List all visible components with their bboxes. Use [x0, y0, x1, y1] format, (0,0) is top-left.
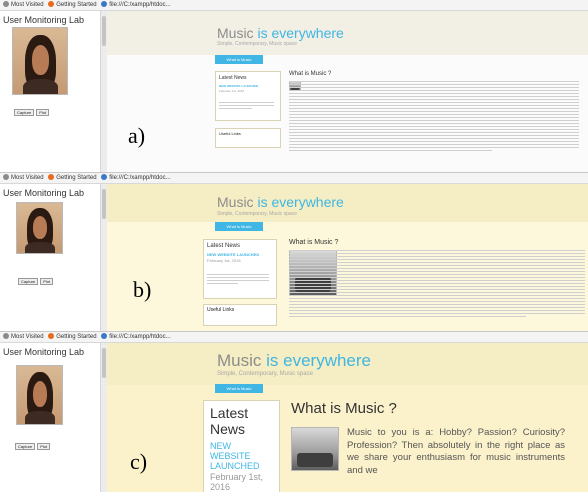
- useful-links-box: Useful Links: [215, 128, 281, 148]
- bookmarks-bar: Most Visited Getting Started file:///C:/…: [0, 173, 588, 184]
- webcam-feed: [16, 365, 63, 425]
- bookmark-icon: [3, 333, 9, 339]
- news-box: Latest News NEW WEBSITE LAUNCHED Februar…: [203, 239, 277, 299]
- useful-links-title: Useful Links: [219, 131, 241, 136]
- article-body-lines: [289, 250, 585, 317]
- panel-label-c: c): [130, 449, 148, 474]
- bookmark-icon: [3, 174, 9, 180]
- panel-label-b: b): [133, 277, 152, 302]
- plot-button[interactable]: Plot: [37, 443, 51, 450]
- article: What is Music ? Music to you is a: Hobby…: [291, 400, 587, 477]
- globe-icon: [101, 333, 108, 339]
- site-tagline: Simple, Contemporary, Music space: [217, 41, 297, 47]
- site-tagline: Simple, Contemporary, Music space: [217, 211, 297, 217]
- globe-icon: [101, 1, 108, 7]
- vertical-scrollbar[interactable]: [100, 184, 107, 331]
- globe-icon: [101, 174, 108, 180]
- address-bookmark[interactable]: file:///C:/xampp/htdoc...: [101, 0, 171, 11]
- monitor-sidebar: User Monitoring Lab Capture Plot: [0, 343, 100, 492]
- news-title: Latest News: [207, 243, 241, 249]
- article-title: What is Music ?: [291, 400, 397, 417]
- site-header: [107, 11, 588, 55]
- plot-button[interactable]: Plot: [36, 109, 50, 116]
- bookmarks-bar: Most Visited Getting Started file:///C:/…: [0, 0, 588, 11]
- site-brand: Music is everywhere: [217, 25, 344, 41]
- site-brand: Music is everywhere: [217, 194, 344, 210]
- most-visited-bookmark[interactable]: Most Visited: [3, 332, 44, 343]
- article-title: What is Music ?: [289, 71, 332, 77]
- useful-links-title: Useful Links: [207, 307, 235, 313]
- panel-c: Most Visited Getting Started file:///C:/…: [0, 331, 588, 492]
- nav-what-is-music[interactable]: What is Music: [215, 384, 263, 393]
- bookmark-icon: [3, 1, 9, 7]
- article: What is Music ?: [289, 71, 579, 153]
- getting-started-bookmark[interactable]: Getting Started: [48, 0, 97, 11]
- article-title: What is Music ?: [289, 239, 339, 246]
- news-box: Latest News NEW WEBSITE LAUNCHED Februar…: [215, 71, 281, 121]
- panel-b: Most Visited Getting Started file:///C:/…: [0, 172, 588, 331]
- button-row: Capture Plot: [18, 270, 55, 288]
- firefox-icon: [48, 174, 55, 180]
- news-title: Latest News: [210, 405, 249, 437]
- news-date: February 1st, 2016: [210, 472, 264, 492]
- article-image: [291, 427, 339, 471]
- vertical-scrollbar[interactable]: [100, 343, 107, 492]
- news-title: Latest News: [219, 75, 247, 81]
- webcam-feed: [12, 27, 68, 95]
- button-row: Capture Plot: [15, 435, 52, 453]
- getting-started-bookmark[interactable]: Getting Started: [48, 332, 97, 343]
- scroll-thumb[interactable]: [102, 16, 106, 46]
- news-headline[interactable]: NEW WEBSITE LAUNCHED: [219, 84, 277, 88]
- site-tagline: Simple, Contemporary, Music space: [217, 371, 313, 377]
- useful-links-box: Useful Links: [203, 304, 277, 326]
- article-body-lines: [289, 81, 579, 151]
- vertical-scrollbar[interactable]: [100, 11, 107, 172]
- capture-button[interactable]: Capture: [15, 443, 36, 450]
- most-visited-bookmark[interactable]: Most Visited: [3, 0, 44, 11]
- panel-label-a: a): [128, 123, 146, 148]
- firefox-icon: [48, 1, 55, 7]
- news-body-lines: [219, 102, 274, 111]
- panel-a: Most Visited Getting Started file:///C:/…: [0, 0, 588, 172]
- scroll-thumb[interactable]: [102, 189, 106, 219]
- app-title: User Monitoring Lab: [3, 347, 85, 357]
- capture-button[interactable]: Capture: [14, 109, 35, 116]
- website-view: Music is everywhere Simple, Contemporary…: [107, 343, 588, 492]
- news-box: Latest News NEW WEBSITE LAUNCHED Februar…: [203, 400, 280, 492]
- news-date: February 1st, 2016: [219, 89, 245, 93]
- nav-what-is-music[interactable]: What is Music: [215, 55, 263, 64]
- news-headline[interactable]: NEW WEBSITE LAUNCHED: [207, 252, 273, 257]
- monitor-sidebar: User Monitoring Lab Capture Plot: [0, 11, 100, 172]
- website-view: Music is everywhere Simple, Contemporary…: [107, 11, 588, 172]
- article: What is Music ?: [289, 239, 585, 319]
- site-brand: Music is everywhere: [217, 351, 371, 370]
- address-bookmark[interactable]: file:///C:/xampp/htdoc...: [101, 332, 171, 343]
- button-row: Capture Plot: [14, 101, 51, 119]
- getting-started-bookmark[interactable]: Getting Started: [48, 173, 97, 184]
- firefox-icon: [48, 333, 55, 339]
- plot-button[interactable]: Plot: [40, 278, 54, 285]
- capture-button[interactable]: Capture: [18, 278, 39, 285]
- bookmarks-bar: Most Visited Getting Started file:///C:/…: [0, 332, 588, 343]
- news-body-lines: [207, 274, 269, 286]
- site-header: [107, 184, 588, 222]
- news-headline[interactable]: NEW WEBSITE LAUNCHED: [210, 441, 273, 471]
- monitor-sidebar: User Monitoring Lab Capture Plot: [0, 184, 100, 331]
- webcam-feed: [16, 202, 63, 254]
- address-bookmark[interactable]: file:///C:/xampp/htdoc...: [101, 173, 171, 184]
- news-date: February 1st, 2016: [207, 258, 241, 263]
- app-title: User Monitoring Lab: [3, 188, 85, 198]
- website-view: Music is everywhere Simple, Contemporary…: [107, 184, 588, 331]
- nav-what-is-music[interactable]: What is Music: [215, 222, 263, 231]
- most-visited-bookmark[interactable]: Most Visited: [3, 173, 44, 184]
- app-title: User Monitoring Lab: [3, 15, 85, 25]
- scroll-thumb[interactable]: [102, 348, 106, 378]
